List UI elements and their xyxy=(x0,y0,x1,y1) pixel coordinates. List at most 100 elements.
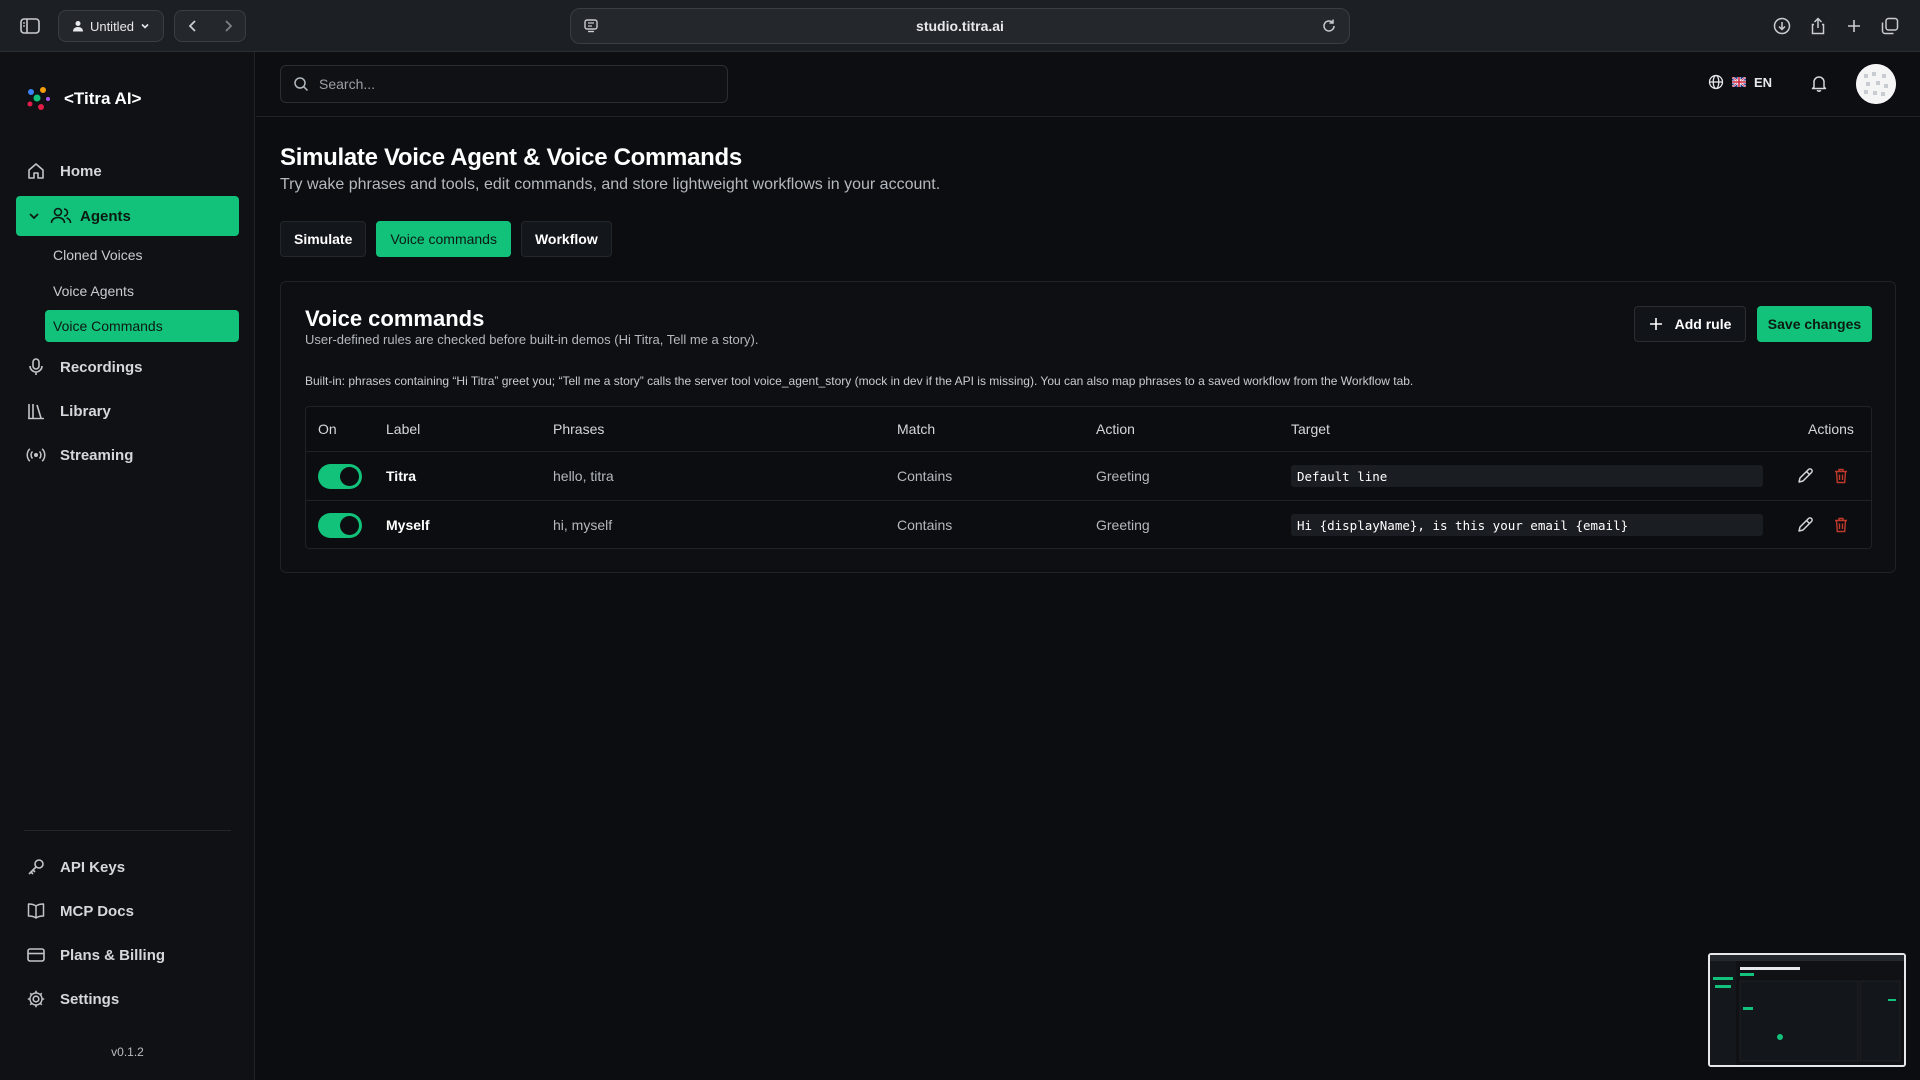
sidebar-item-label: Library xyxy=(60,402,111,420)
tab-simulate[interactable]: Simulate xyxy=(280,221,367,257)
tab-voice-commands[interactable]: Voice commands xyxy=(376,221,511,257)
app-version: v0.1.2 xyxy=(111,1045,144,1059)
sidebar-item-mcp-docs[interactable]: MCP Docs xyxy=(16,891,239,931)
language-selector[interactable]: EN xyxy=(1708,74,1772,90)
sidebar-item-agents[interactable]: Agents xyxy=(16,196,239,236)
sidebar-item-home[interactable]: Home xyxy=(16,151,239,191)
page-title: Simulate Voice Agent & Voice Commands xyxy=(280,144,742,171)
key-icon xyxy=(26,857,46,877)
new-tab-button[interactable] xyxy=(1840,10,1868,42)
sidebar-item-recordings[interactable]: Recordings xyxy=(16,347,239,387)
brand-name: <Titra AI> xyxy=(64,89,142,108)
sidebar-subitem-cloned-voices[interactable]: Cloned Voices xyxy=(45,239,239,271)
notifications-button[interactable] xyxy=(1810,74,1828,92)
profile-label: Untitled xyxy=(89,18,135,34)
add-rule-button[interactable]: Add rule xyxy=(1634,306,1746,342)
downloads-button[interactable] xyxy=(1768,10,1796,42)
language-code: EN xyxy=(1754,74,1773,90)
sidebar-item-label: MCP Docs xyxy=(60,902,134,920)
rule-enabled-toggle[interactable] xyxy=(318,513,362,538)
rule-target: Hi {displayName}, is this your email {em… xyxy=(1291,514,1763,536)
sidebar-toggle-button[interactable] xyxy=(14,10,46,42)
sidebar-item-streaming[interactable]: Streaming xyxy=(16,435,239,475)
column-header-actions: Actions xyxy=(1808,421,1854,437)
save-changes-button[interactable]: Save changes xyxy=(1757,306,1872,342)
avatar[interactable] xyxy=(1856,64,1896,104)
built-in-note: Built-in: phrases containing “Hi Titra” … xyxy=(305,374,1414,388)
globe-icon xyxy=(1708,74,1724,90)
uk-flag-icon xyxy=(1732,77,1746,87)
table-header: On Label Phrases Match Action Target Act… xyxy=(306,407,1871,452)
trash-icon xyxy=(1833,516,1849,534)
broadcast-icon xyxy=(26,445,46,465)
screen-preview-thumbnail[interactable] xyxy=(1708,953,1906,1067)
chevron-left-icon xyxy=(187,19,199,33)
column-header-target: Target xyxy=(1291,421,1330,437)
rule-enabled-toggle[interactable] xyxy=(318,464,362,489)
search-icon xyxy=(293,76,309,92)
download-icon xyxy=(1773,17,1791,35)
delete-rule-button[interactable] xyxy=(1833,516,1849,534)
sidebar: <Titra AI> Home Agents Cloned Voices Voi… xyxy=(0,52,255,1080)
chevron-right-icon xyxy=(222,19,234,33)
rules-table: On Label Phrases Match Action Target Act… xyxy=(305,406,1872,549)
page-settings-icon[interactable] xyxy=(583,18,599,34)
page-subtitle: Try wake phrases and tools, edit command… xyxy=(280,176,941,193)
sidebar-item-library[interactable]: Library xyxy=(16,391,239,431)
column-header-action: Action xyxy=(1096,421,1135,437)
search-input[interactable] xyxy=(319,76,699,92)
column-header-phrases: Phrases xyxy=(553,421,605,437)
rule-action: Greeting xyxy=(1096,468,1150,484)
trash-icon xyxy=(1833,467,1849,485)
brand[interactable]: <Titra AI> xyxy=(24,84,141,114)
rule-match: Contains xyxy=(897,517,953,533)
address-bar[interactable]: studio.titra.ai xyxy=(570,8,1350,44)
card-subtitle: User-defined rules are checked before bu… xyxy=(305,332,759,347)
edit-rule-button[interactable] xyxy=(1796,467,1814,485)
search-box xyxy=(280,65,728,103)
users-icon xyxy=(50,206,72,226)
column-header-match: Match xyxy=(897,421,936,437)
sidebar-item-label: Plans & Billing xyxy=(60,946,166,964)
column-header-on: On xyxy=(318,421,337,437)
forward-button[interactable] xyxy=(210,11,245,41)
sidebar-item-label: Home xyxy=(60,162,102,180)
history-nav xyxy=(174,10,246,42)
profile-switcher[interactable]: Untitled xyxy=(58,10,164,42)
sidebar-subitem-voice-commands[interactable]: Voice Commands xyxy=(45,310,239,342)
sidebar-subitem-voice-agents[interactable]: Voice Agents xyxy=(45,275,239,307)
tab-workflow[interactable]: Workflow xyxy=(520,221,612,257)
toggle-knob xyxy=(340,516,359,535)
rule-target: Default line xyxy=(1291,465,1763,487)
sidebar-item-label: Settings xyxy=(60,990,120,1008)
reload-icon[interactable] xyxy=(1321,18,1337,34)
back-button[interactable] xyxy=(175,11,210,41)
pencil-icon xyxy=(1796,516,1814,534)
sidebar-item-api-keys[interactable]: API Keys xyxy=(16,847,239,887)
sidebar-item-label: Recordings xyxy=(60,358,143,376)
chevron-down-icon xyxy=(28,210,40,222)
sidebar-subitem-label: Cloned Voices xyxy=(53,247,143,263)
library-icon xyxy=(26,401,46,421)
gear-icon xyxy=(26,989,46,1009)
book-icon xyxy=(26,901,46,921)
tabs-icon xyxy=(1881,17,1899,35)
pencil-icon xyxy=(1796,467,1814,485)
sidebar-item-settings[interactable]: Settings xyxy=(16,979,239,1019)
edit-rule-button[interactable] xyxy=(1796,516,1814,534)
sidebar-item-plans-billing[interactable]: Plans & Billing xyxy=(16,935,239,975)
rule-phrases: hello, titra xyxy=(553,468,614,484)
share-button[interactable] xyxy=(1804,10,1832,42)
delete-rule-button[interactable] xyxy=(1833,467,1849,485)
rule-label: Myself xyxy=(386,517,430,533)
rule-phrases: hi, myself xyxy=(553,517,613,533)
app-topbar: EN xyxy=(256,52,1920,117)
sidebar-panel-icon xyxy=(20,18,40,34)
browser-toolbar: Untitled studio.titra.ai xyxy=(0,0,1920,52)
plus-icon xyxy=(1846,18,1862,34)
microphone-icon xyxy=(26,357,46,377)
sidebar-subitem-label: Voice Commands xyxy=(53,318,163,334)
person-icon xyxy=(72,20,84,32)
tab-overview-button[interactable] xyxy=(1876,10,1904,42)
rule-match: Contains xyxy=(897,468,953,484)
